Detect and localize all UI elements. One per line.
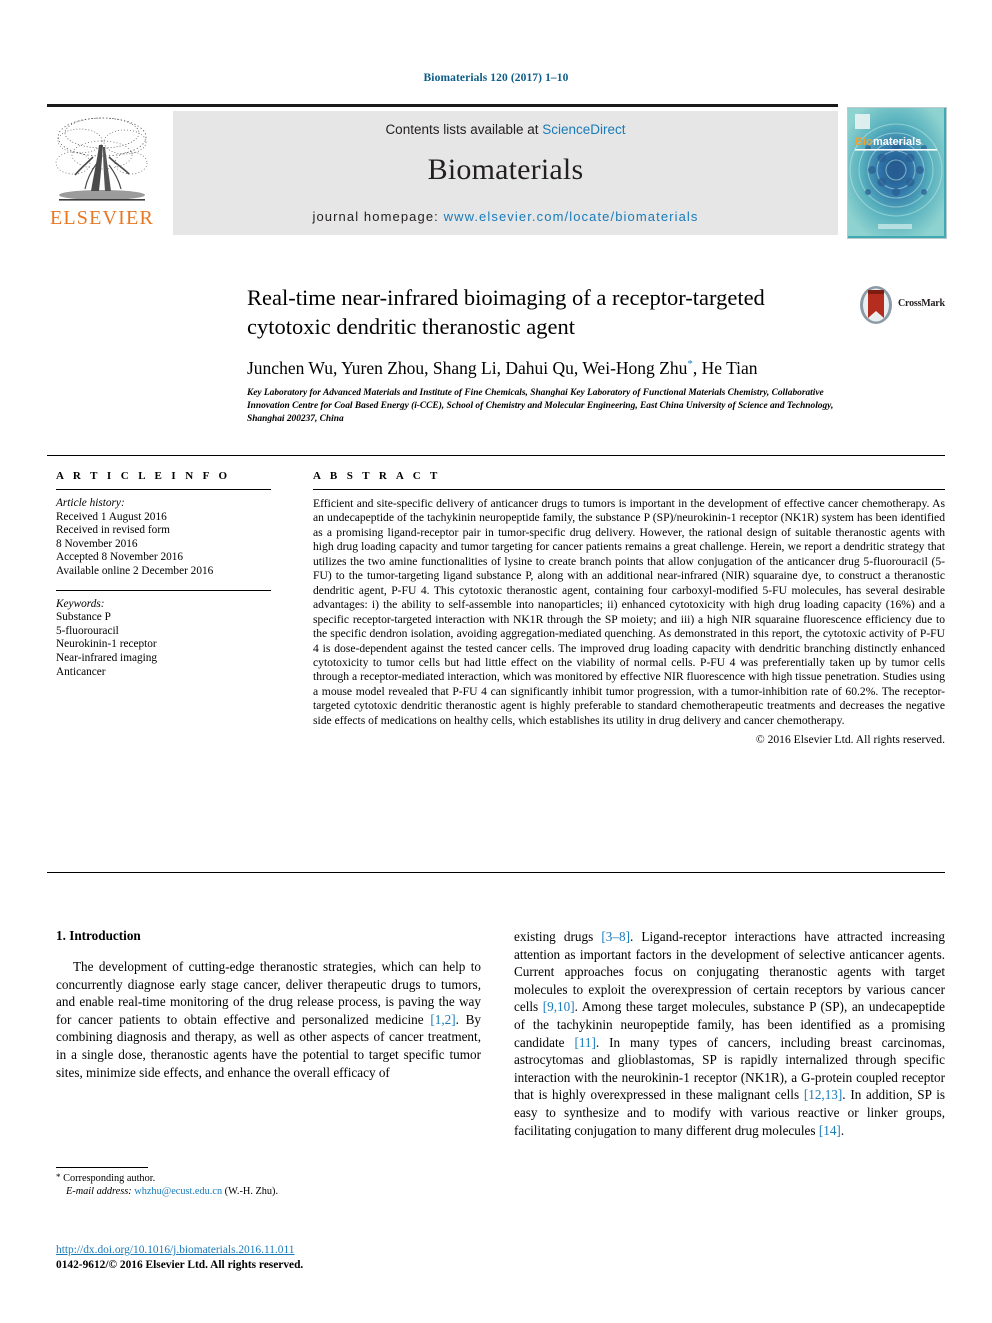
keyword-item: Anticancer [56,665,106,678]
issn-copyright-line: 0142-9612/© 2016 Elsevier Ltd. All right… [56,1259,304,1271]
article-info-column: A R T I C L E I N F O Article history: R… [56,470,271,679]
history-item: Received in revised form [56,524,170,537]
journal-homepage-line: journal homepage: www.elsevier.com/locat… [173,209,838,224]
history-item: Available online 2 December 2016 [56,564,214,577]
history-item: Received 1 August 2016 [56,510,167,523]
sciencedirect-link[interactable]: ScienceDirect [542,122,625,137]
authors-main: Junchen Wu, Yuren Zhou, Shang Li, Dahui … [247,358,688,378]
intro-paragraph-right: existing drugs [3–8]. Ligand-receptor in… [514,928,945,1139]
homepage-prefix: journal homepage: [312,209,444,224]
contents-prefix: Contents lists available at [385,122,543,137]
intro-right-part6: . [840,1122,845,1138]
citation-link[interactable]: [14] [819,1123,841,1138]
history-item: 8 November 2016 [56,537,138,550]
asterisk-icon: * [56,1172,61,1182]
corresponding-author-note: * Corresponding author. [56,1171,486,1185]
abstract-rule [313,489,945,490]
article-info-heading: A R T I C L E I N F O [56,470,231,482]
crossmark-badge[interactable]: CrossMark [858,285,950,327]
info-section-bottom-rule [47,872,945,873]
page-title: Real-time near-infrared bioimaging of a … [247,285,765,339]
corresponding-author-text: Corresponding author. [63,1173,156,1184]
keyword-item: Near-infrared imaging [56,651,158,664]
svg-text:Bio: Bio [855,136,873,148]
body-column-right: existing drugs [3–8]. Ligand-receptor in… [514,928,945,1139]
intro-right-part1: existing drugs [514,929,602,944]
title-block: Real-time near-infrared bioimaging of a … [247,283,847,425]
history-item: Accepted 8 November 2016 [56,551,184,564]
journal-title: Biomaterials [427,153,584,186]
contents-panel: Contents lists available at ScienceDirec… [173,111,838,235]
elsevier-wordmark: ELSEVIER [49,207,155,229]
article-info-separator [56,589,271,591]
elsevier-tree-icon [55,117,148,201]
footnote-rule [56,1167,148,1168]
journal-masthead: ELSEVIER Contents lists available at Sci… [47,104,947,239]
citation-link[interactable]: [3–8] [601,929,630,944]
crossmark-icon [860,286,892,324]
cover-artwork: Bio materials [848,108,944,236]
journal-cover-thumbnail: Bio materials [847,107,947,239]
section-heading-introduction: 1. Introduction [56,928,141,943]
article-page: Biomaterials 120 (2017) 1–10 ELSEVIER Co… [0,0,992,1323]
email-link[interactable]: whzhu@ecust.edu.cn [134,1186,222,1197]
running-head: Biomaterials 120 (2017) 1–10 [423,72,569,84]
crossmark-label: CrossMark [898,298,945,309]
body-column-left: 1. Introduction The development of cutti… [56,928,481,1081]
journal-homepage-link[interactable]: www.elsevier.com/locate/biomaterials [444,209,699,224]
email-suffix: (W.-H. Zhu). [224,1186,279,1198]
citation-link[interactable]: [1,2] [430,1012,455,1027]
intro-paragraph-left: The development of cutting-edge theranos… [56,958,481,1081]
svg-text:materials: materials [873,136,921,148]
footnote-block: * Corresponding author. E-mail address: … [56,1171,486,1199]
info-section-top-rule [47,455,945,456]
article-history-label: Article history: [56,497,125,509]
doi-block: http://dx.doi.org/10.1016/j.biomaterials… [56,1243,486,1273]
abstract-text: Efficient and site-specific delivery of … [313,497,945,727]
article-history: Article history: Received 1 August 2016 … [56,497,271,579]
authors-tail: , He Tian [692,358,758,378]
email-note: E-mail address: whzhu@ecust.edu.cn (W.-H… [56,1185,486,1198]
abstract-column: A B S T R A C T Efficient and site-speci… [313,470,945,746]
keywords-label: Keywords: [56,597,105,610]
citation-link[interactable]: [9,10] [543,999,575,1014]
keywords-block: Keywords: Substance P 5-fluorouracil Neu… [56,598,271,680]
intro-text-part1: The development of cutting-edge theranos… [56,959,481,1027]
affiliation: Key Laboratory for Advanced Materials an… [247,388,834,424]
email-label: E-mail address: [66,1186,132,1198]
article-info-rule [56,489,271,490]
abstract-copyright: © 2016 Elsevier Ltd. All rights reserved… [755,733,945,747]
keyword-item: Substance P [56,611,111,624]
contents-available-line: Contents lists available at ScienceDirec… [173,111,838,137]
doi-link[interactable]: http://dx.doi.org/10.1016/j.biomaterials… [56,1243,486,1258]
author-list: Junchen Wu, Yuren Zhou, Shang Li, Dahui … [247,358,847,379]
keyword-item: 5-fluorouracil [56,624,119,637]
citation-link[interactable]: [12,13] [804,1087,842,1102]
citation-link[interactable]: [11] [574,1035,595,1050]
keyword-item: Neurokinin-1 receptor [56,638,157,651]
abstract-heading: A B S T R A C T [313,470,441,482]
elsevier-logo: ELSEVIER [47,111,157,235]
